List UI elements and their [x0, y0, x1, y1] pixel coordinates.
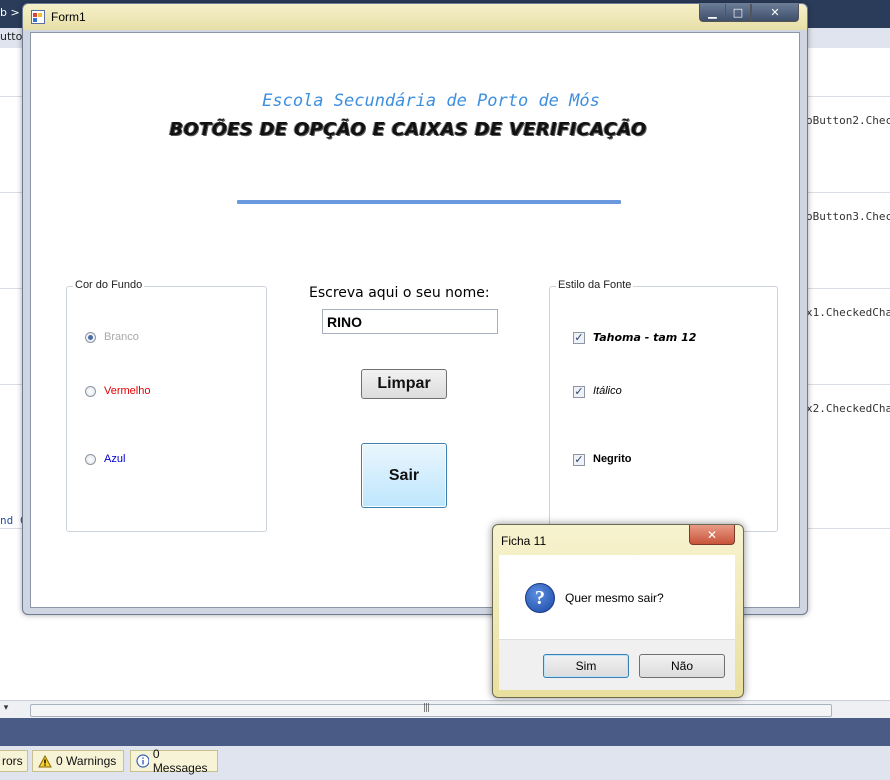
radio-vermelho[interactable] — [85, 386, 96, 397]
no-button[interactable]: Não — [639, 654, 725, 678]
maximize-icon: □ — [732, 6, 744, 19]
errors-label: rors — [2, 754, 23, 768]
code-line: oButton3.Check — [806, 210, 890, 223]
font-style-group-label: Estilo da Fonte — [556, 279, 634, 291]
scroll-grip-icon: ||| — [423, 703, 430, 713]
error-list-toolbar: rors 0 Warnings 0 Messages — [0, 746, 890, 780]
maximize-button[interactable]: □ — [725, 4, 751, 22]
yes-button[interactable]: Sim — [543, 654, 629, 678]
dialog-body: ? Quer mesmo sair? — [499, 555, 735, 639]
close-button[interactable]: ✕ — [751, 4, 799, 22]
school-title: Escola Secundária de Porto de Mós — [262, 91, 600, 111]
clear-button[interactable]: Limpar — [361, 369, 447, 399]
minimize-icon: ▁ — [708, 6, 717, 19]
checkbox-tahoma[interactable]: ✓ — [573, 332, 585, 344]
form1-titlebar[interactable]: Form1 ▁ □ ✕ — [23, 4, 807, 30]
dialog-message: Quer mesmo sair? — [565, 591, 664, 605]
minimize-button[interactable]: ▁ — [699, 4, 726, 22]
close-icon: ✕ — [770, 6, 780, 19]
ide-tab-partial: b > — [0, 6, 20, 19]
ide-toolbar-partial-label: utto — [0, 30, 23, 43]
question-icon: ? — [525, 583, 555, 613]
font-style-group: Estilo da Fonte ✓ Tahoma - tam 12 ✓ Itál… — [549, 279, 778, 532]
radio-azul[interactable] — [85, 454, 96, 465]
radio-branco-label[interactable]: Branco — [104, 331, 139, 343]
name-input[interactable] — [322, 309, 498, 334]
ide-panel-header — [0, 718, 890, 746]
radio-branco[interactable] — [85, 332, 96, 343]
title-divider — [237, 200, 621, 204]
form1-title: Form1 — [51, 10, 86, 24]
name-prompt-label: Escreva aqui o seu nome: — [309, 285, 490, 301]
radio-vermelho-label[interactable]: Vermelho — [104, 385, 150, 397]
warnings-filter-button[interactable]: 0 Warnings — [32, 750, 124, 772]
dialog-title: Ficha 11 — [501, 534, 547, 548]
checkbox-tahoma-label[interactable]: Tahoma - tam 12 — [593, 331, 696, 344]
code-line: x2.CheckedCha — [806, 402, 890, 415]
messages-label: 0 Messages — [152, 747, 208, 775]
messages-filter-button[interactable]: 0 Messages — [130, 747, 218, 775]
warnings-label: 0 Warnings — [56, 754, 117, 768]
checkbox-italico-label[interactable]: Itálico — [593, 385, 622, 397]
checkbox-negrito[interactable]: ✓ — [573, 454, 585, 466]
code-line: oButton2.Check — [806, 114, 890, 127]
errors-filter-button[interactable]: rors — [0, 750, 28, 772]
checkbox-italico[interactable]: ✓ — [573, 386, 585, 398]
checkbox-negrito-label[interactable]: Negrito — [593, 453, 632, 465]
close-icon: ✕ — [706, 527, 718, 542]
background-color-group: Cor do Fundo Branco Vermelho Azul — [66, 279, 267, 532]
form1-client-area: Escola Secundária de Porto de Mós BOTÕES… — [30, 32, 800, 608]
background-color-group-label: Cor do Fundo — [73, 279, 145, 291]
subtitle: BOTÕES DE OPÇÃO E CAIXAS DE VERIFICAÇÃO — [169, 119, 647, 140]
warning-icon — [38, 754, 52, 767]
confirm-dialog: Ficha 11 ✕ ? Quer mesmo sair? Sim Não — [492, 524, 744, 698]
code-line: x1.CheckedCha — [806, 306, 890, 319]
scrollbar-thumb[interactable]: ||| — [30, 703, 832, 717]
editor-horizontal-scrollbar[interactable]: ▾ ||| — [0, 700, 890, 719]
radio-azul-label[interactable]: Azul — [104, 453, 125, 465]
dialog-close-button[interactable]: ✕ — [689, 525, 735, 545]
info-icon — [136, 754, 149, 768]
dialog-footer: Sim Não — [499, 639, 735, 690]
form-app-icon — [31, 10, 45, 24]
exit-button[interactable]: Sair — [361, 443, 447, 508]
scroll-left-arrow-icon[interactable]: ▾ — [0, 703, 12, 717]
